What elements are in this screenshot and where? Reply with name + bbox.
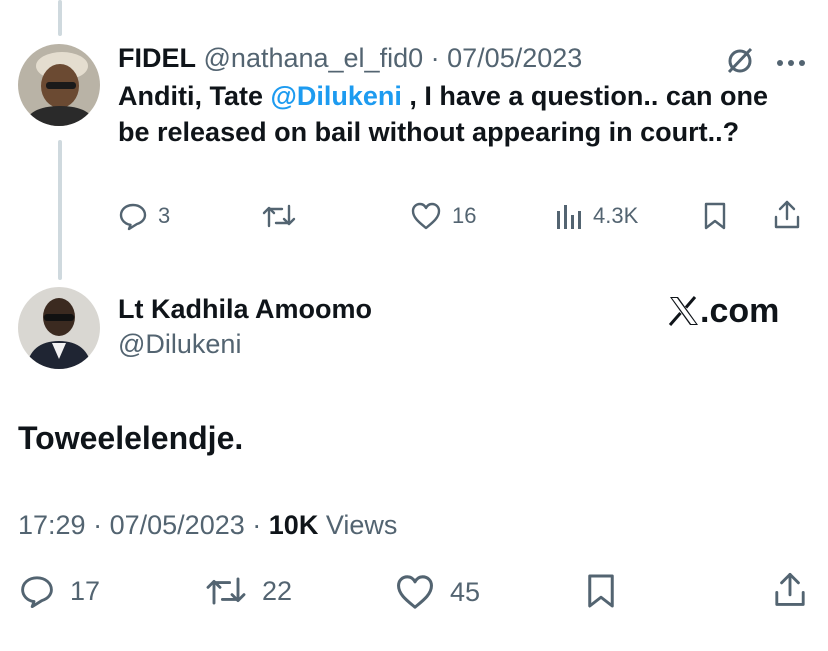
reply-icon — [21, 576, 53, 609]
mention-link[interactable]: @Dilukeni — [271, 81, 402, 111]
share-button[interactable] — [772, 570, 808, 610]
separator-dot: · — [93, 510, 103, 540]
retweet-button[interactable]: 22 — [204, 573, 292, 609]
separator-dot: · — [252, 510, 262, 540]
more-icon[interactable] — [776, 54, 806, 72]
bookmark-icon — [588, 574, 614, 608]
retweet-button[interactable] — [262, 201, 296, 231]
views-label: Views — [325, 510, 398, 540]
main-tweet-text: Toweelelendje. — [18, 420, 244, 456]
views-count: 10K — [268, 510, 319, 540]
x-com-brand: .com — [668, 291, 779, 331]
like-icon — [411, 202, 441, 230]
thread-line — [58, 140, 62, 280]
share-icon — [774, 200, 800, 229]
views-icon — [557, 205, 581, 229]
reply-date[interactable]: 07/05/2023 — [447, 43, 582, 73]
tweet-date[interactable]: 07/05/2023 — [110, 510, 245, 540]
bookmark-button[interactable] — [586, 572, 616, 610]
reply-icon — [119, 203, 147, 231]
main-author-name[interactable]: Lt Kadhila Amoomo — [118, 293, 372, 325]
reply-author-handle[interactable]: @nathana_el_fid0 — [204, 43, 424, 73]
share-button[interactable] — [772, 199, 802, 231]
grok-icon[interactable] — [724, 44, 756, 81]
main-author-handle[interactable]: @Dilukeni — [118, 328, 241, 360]
bookmark-button[interactable] — [703, 201, 727, 231]
reply-author-name[interactable]: FIDEL — [118, 43, 196, 73]
brand-label: .com — [700, 292, 780, 330]
views-count: 4.3K — [593, 203, 639, 228]
retweet-count: 22 — [262, 575, 293, 606]
thread-line — [58, 0, 62, 36]
reply-count: 3 — [158, 203, 171, 228]
reply-text: Anditi, Tate @Dilukeni , I have a questi… — [118, 78, 798, 150]
like-icon — [397, 575, 433, 609]
retweet-icon — [262, 204, 296, 228]
main-avatar[interactable] — [18, 287, 100, 369]
like-count: 16 — [452, 203, 477, 228]
separator-dot: · — [430, 43, 440, 73]
bookmark-icon — [704, 202, 726, 230]
retweet-icon — [206, 577, 246, 605]
views-button[interactable]: 4.3K — [555, 201, 638, 231]
reply-button[interactable]: 17 — [18, 573, 100, 609]
x-logo-icon — [668, 296, 698, 326]
reply-avatar[interactable] — [18, 44, 100, 126]
like-button[interactable]: 45 — [394, 573, 480, 611]
tweet-meta: 17:29 · 07/05/2023 · 10K Views — [18, 509, 397, 541]
reply-header: FIDEL @nathana_el_fid0 · 07/05/2023 — [118, 41, 582, 75]
tweet-time[interactable]: 17:29 — [18, 510, 86, 540]
like-button[interactable]: 16 — [410, 201, 476, 231]
reply-count: 17 — [70, 575, 101, 606]
like-count: 45 — [450, 576, 481, 607]
reply-text-part1: Anditi, Tate — [118, 81, 271, 111]
share-icon — [775, 572, 805, 606]
reply-button[interactable]: 3 — [118, 201, 170, 231]
